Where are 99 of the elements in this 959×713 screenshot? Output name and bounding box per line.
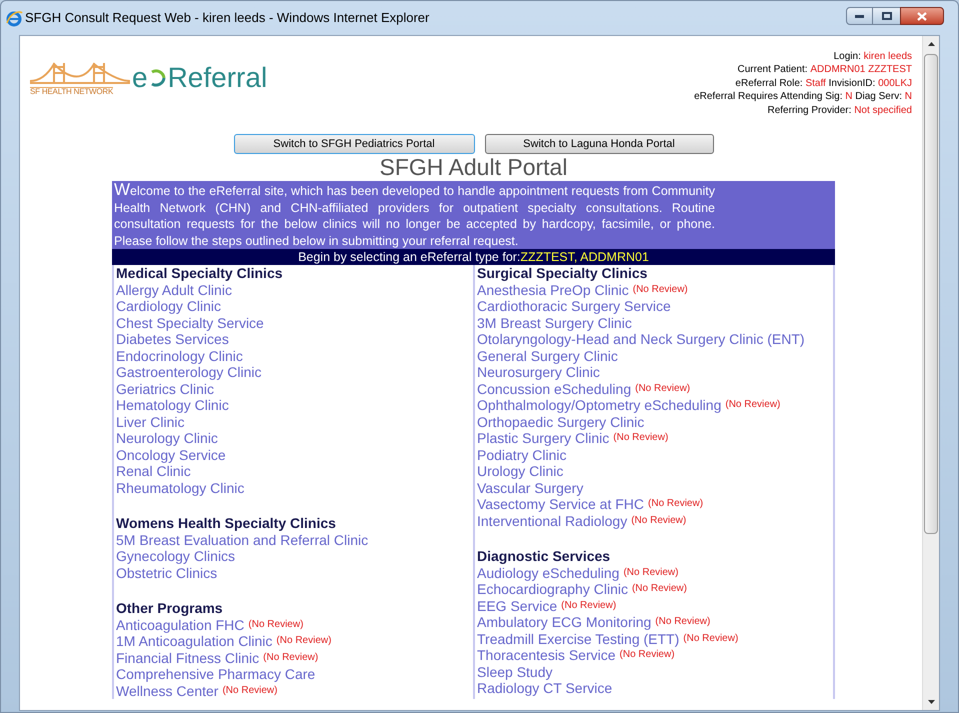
clinic-link[interactable]: Echocardiography Clinic [477, 581, 628, 598]
no-review-note: (No Review) [632, 282, 688, 296]
clinic-link[interactable]: Vascular Surgery [477, 480, 584, 496]
network-name: SF HEALTH NETWORK [30, 86, 114, 96]
clinic-link[interactable]: Thoracentesis Service [477, 647, 616, 664]
no-review-note: (No Review) [631, 514, 686, 528]
user-info-label: Diag Serv: [854, 90, 903, 104]
user-info-label: Current Patient: [738, 63, 809, 77]
clinic-link[interactable]: Concussion eScheduling [477, 380, 632, 397]
clinic-link[interactable]: Orthopaedic Surgery Clinic [477, 414, 644, 430]
minimize-icon [855, 14, 864, 18]
portal-title: SFGH Adult Portal [378, 154, 568, 181]
clinic-link[interactable]: Oncology Service [116, 446, 226, 463]
no-review-note: (No Review) [613, 431, 668, 445]
instruction-bar: Begin by selecting an eReferral type for:ZZZTEST, ADDMRN01 [112, 249, 835, 265]
user-info-value: kiren leeds [864, 50, 912, 64]
user-info-value: 000LKJ [878, 76, 912, 90]
no-review-note: (No Review) [276, 634, 332, 648]
no-review-note: (No Review) [222, 684, 278, 698]
clinic-link[interactable]: 5M Breast Evaluation and Referral Clinic [116, 532, 368, 548]
no-review-note: (No Review) [683, 632, 738, 646]
clinic-link[interactable]: Diabetes Services [116, 331, 229, 348]
logo-prefix: e [132, 64, 148, 92]
clinic-link[interactable]: Interventional Radiology [477, 512, 628, 529]
clinic-link[interactable]: Rheumatology Clinic [116, 480, 244, 496]
clinic-link[interactable]: Ambulatory ECG Monitoring [477, 614, 652, 630]
section-heading: Other Programs [116, 600, 224, 616]
clinic-link[interactable]: Treadmill Exercise Testing (ETT) [477, 630, 680, 647]
clinic-link[interactable]: Sleep Study [477, 664, 552, 680]
clinic-link[interactable]: Allergy Adult Clinic [116, 282, 232, 298]
clinic-link[interactable]: Anticoagulation FHC [116, 616, 244, 633]
minimize-button[interactable] [846, 7, 873, 25]
clinic-link[interactable]: Gynecology Clinics [116, 548, 236, 564]
welcome-message: Welcome to the eReferral site, which has been developed to handle appointment requests from Community Health Network (CHN) and CHN-affiliated providers for outpatient specialty consultations. Routine consultation requests for the below clinics will no longer be accepted by hardcopy, facsimile, or phone. Please follow the steps outlined below in submitting your referral request. [112, 181, 835, 249]
no-review-note: (No Review) [620, 648, 675, 662]
clinic-link[interactable]: Financial Fitness Clinic [116, 650, 260, 666]
clinic-link[interactable]: Chest Specialty Service [116, 314, 264, 331]
no-review-note: (No Review) [623, 566, 678, 580]
section-heading: Womens Health Specialty Clinics [116, 515, 337, 532]
clinic-link[interactable]: Wellness Center [116, 682, 218, 699]
clinic-link[interactable]: Plastic Surgery Clinic [477, 430, 610, 446]
no-review-note: (No Review) [248, 618, 304, 632]
scrollbar-thumb[interactable] [924, 54, 938, 534]
clinic-link[interactable]: Podiatry Clinic [477, 446, 566, 463]
portal-switch-button[interactable]: Switch to Laguna Honda Portal [484, 134, 714, 154]
maximize-button[interactable] [873, 7, 900, 25]
user-info-value: ADDMRN01 ZZZTEST [810, 63, 912, 77]
user-info-label: eReferral Role: [735, 76, 804, 90]
user-info-value: Staff [805, 76, 826, 90]
clinic-link[interactable]: Vasectomy Service at FHC [477, 496, 644, 512]
user-info-value: N [904, 90, 912, 104]
user-info-label: Referring Provider: [767, 104, 852, 118]
no-review-note: (No Review) [648, 497, 704, 511]
clinic-link[interactable]: Ophthalmology/Optometry eScheduling [477, 397, 722, 414]
no-review-note: (No Review) [632, 582, 687, 596]
clinic-link[interactable]: Urology Clinic [477, 463, 564, 480]
portal-switch-button[interactable]: Switch to SFGH Pediatrics Portal [234, 134, 474, 154]
no-review-note: (No Review) [635, 382, 690, 396]
user-info-value: Not specified [854, 104, 912, 118]
clinic-link[interactable]: Gastroenterology Clinic [116, 364, 262, 380]
no-review-note: (No Review) [655, 615, 710, 629]
clinic-link[interactable]: Otolaryngology-Head and Neck Surgery Clinic (ENT) [477, 331, 805, 348]
section-heading: Diagnostic Services [477, 548, 612, 564]
user-info-label: Login: [834, 50, 862, 64]
clinic-link[interactable]: Geriatrics Clinic [116, 380, 214, 397]
clinic-link[interactable]: Anesthesia PreOp Clinic [477, 282, 629, 298]
clinic-link[interactable]: Neurosurgery Clinic [477, 364, 600, 380]
clinic-link[interactable]: Obstetric Clinics [116, 564, 218, 581]
clinic-link[interactable]: Comprehensive Pharmacy Care [116, 666, 316, 682]
clinic-link[interactable]: General Surgery Clinic [477, 348, 618, 364]
user-info-label: InvisionID: [828, 76, 876, 90]
clinic-link[interactable]: Hematology Clinic [116, 397, 229, 414]
bridge-icon [30, 60, 130, 86]
logo-text: Referral [168, 64, 268, 92]
close-icon [917, 12, 927, 20]
clinic-link[interactable]: EEG Service [477, 598, 558, 614]
clinic-link[interactable]: 1M Anticoagulation Clinic [116, 633, 272, 650]
clinic-link[interactable]: Audiology eScheduling [477, 564, 620, 581]
section-heading: Surgical Specialty Clinics [477, 265, 648, 282]
close-button[interactable] [900, 7, 944, 25]
clinic-link[interactable]: Neurology Clinic [116, 430, 218, 446]
clinic-link[interactable]: Endocrinology Clinic [116, 348, 243, 364]
clinic-link[interactable]: Radiology CT Service [477, 680, 612, 696]
scrollbar[interactable] [922, 36, 939, 710]
user-info-label: eReferral Requires Attending Sig: [694, 90, 844, 104]
clinic-link[interactable]: Liver Clinic [116, 414, 184, 430]
no-review-note: (No Review) [561, 598, 616, 612]
clinic-link[interactable]: 3M Breast Surgery Clinic [477, 314, 632, 331]
clinic-link[interactable]: Cardiothoracic Surgery Service [477, 298, 671, 314]
clinic-link[interactable]: Cardiology Clinic [116, 298, 222, 314]
no-review-note: (No Review) [725, 398, 780, 412]
no-review-note: (No Review) [263, 650, 318, 664]
circular-arrows-icon [148, 67, 167, 89]
window-title: SFGH Consult Request Web - kiren leeds - Windows Internet Explorer [25, 9, 430, 28]
user-info-value: N [845, 90, 853, 104]
maximize-icon [882, 12, 892, 20]
browser-icon [5, 9, 23, 27]
section-heading: Medical Specialty Clinics [116, 265, 284, 282]
clinic-link[interactable]: Renal Clinic [116, 463, 191, 480]
